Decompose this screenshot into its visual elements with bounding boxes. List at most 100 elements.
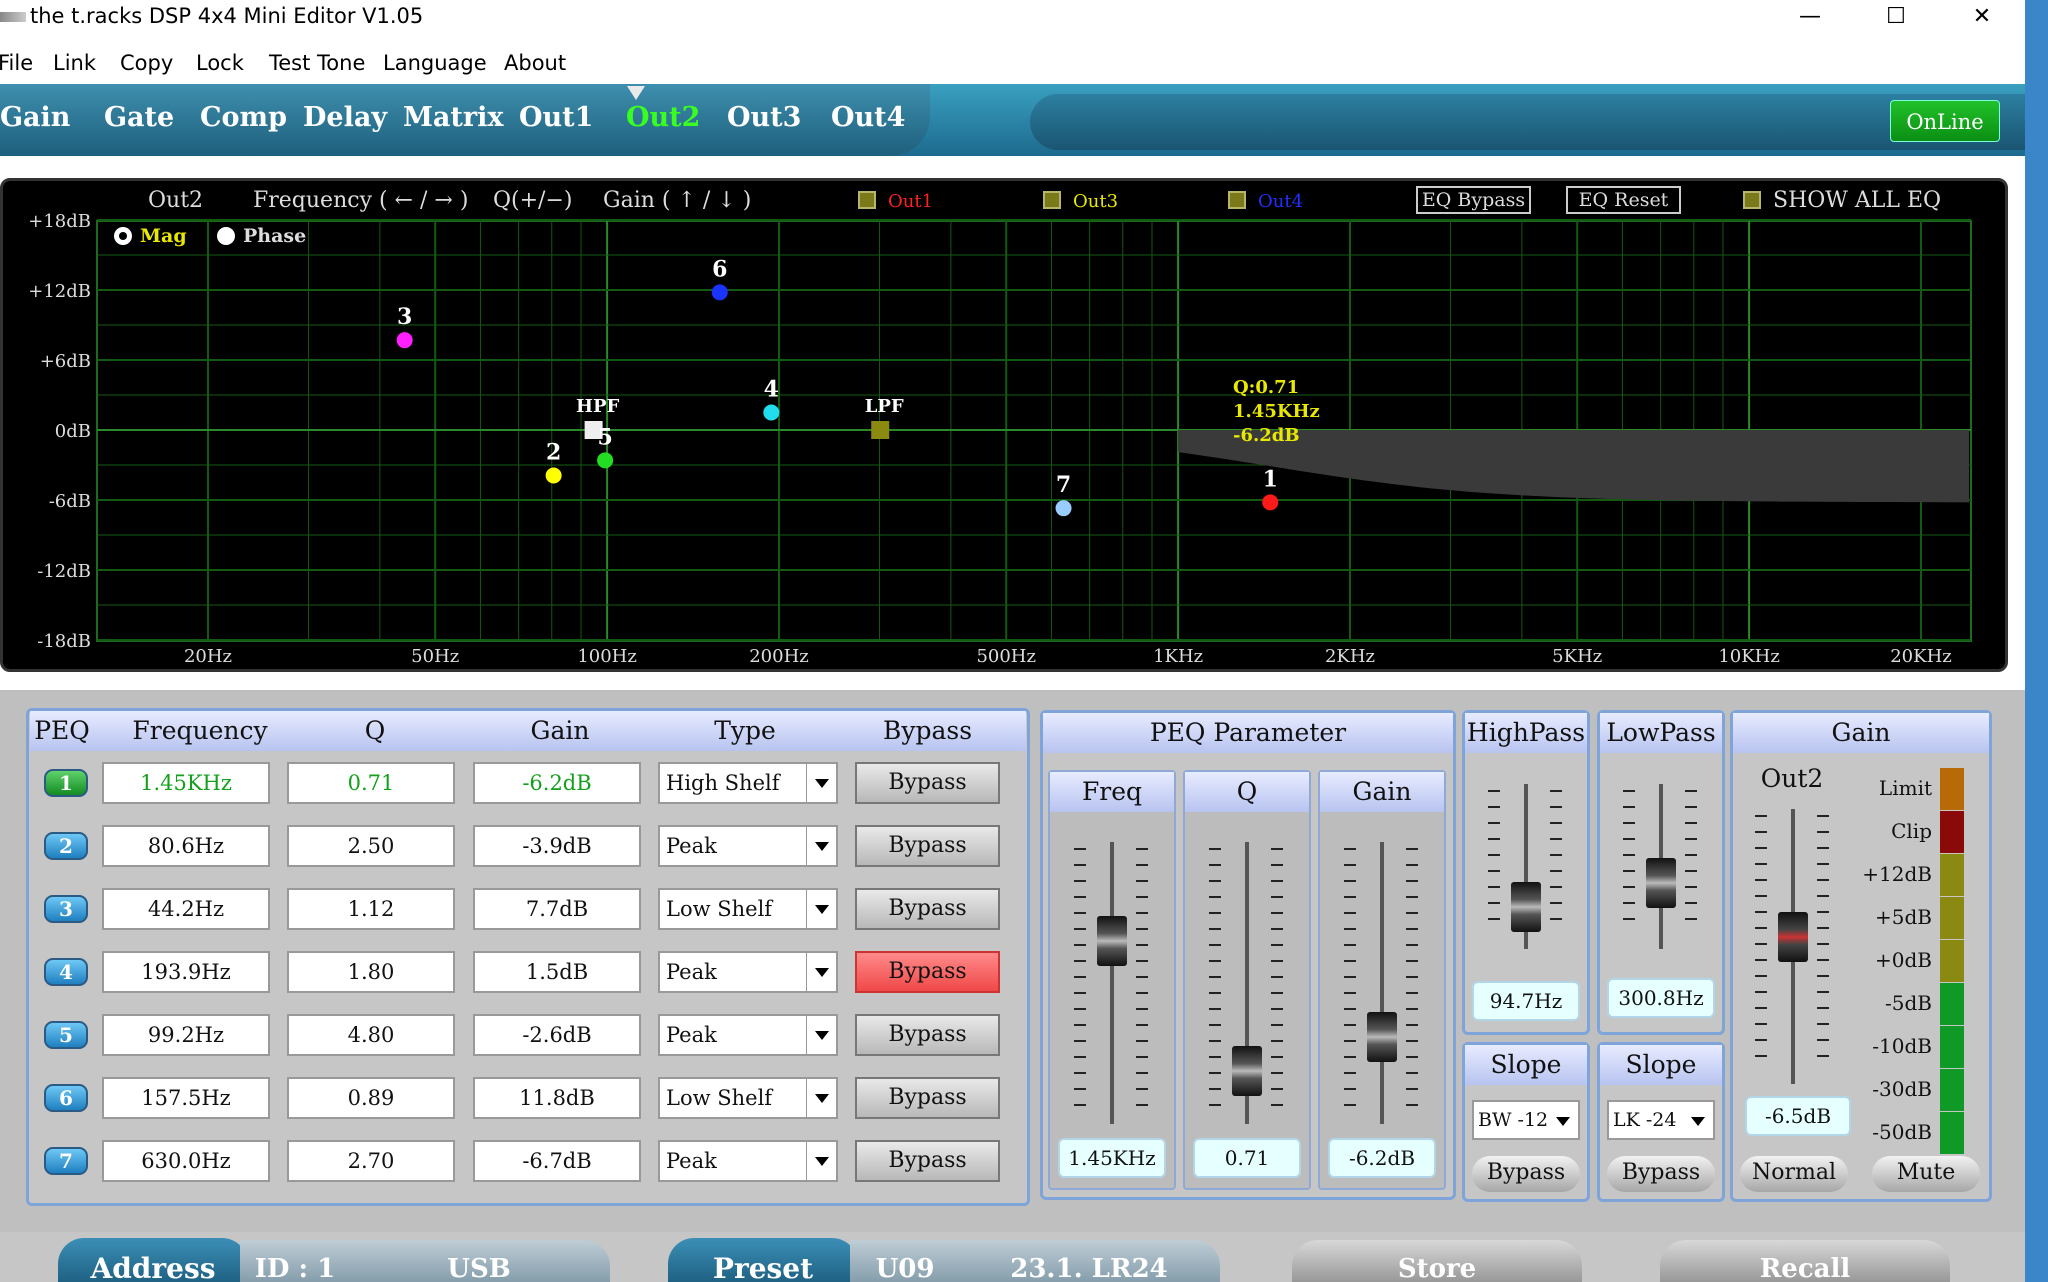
gain-fader-knob[interactable] (1367, 1012, 1397, 1062)
peq-band-1-gain-field[interactable]: -6.2dB (473, 762, 641, 804)
output-gain-readout[interactable]: -6.5dB (1745, 1096, 1851, 1136)
peq-band-2-gain-field[interactable]: -3.9dB (473, 825, 641, 867)
peq-band-4-button[interactable]: 4 (44, 958, 88, 986)
connection-usb[interactable]: USB (348, 1240, 610, 1282)
peq-point-1[interactable] (1262, 494, 1279, 511)
show-out3-checkbox[interactable] (1043, 191, 1061, 209)
eq-graph[interactable]: +18dB +12dB +6dB 0dB -6dB -12dB -18dB 20Hz 50Hz 1… (3, 181, 2005, 669)
peq-band-5-bypass-button[interactable]: Bypass (855, 1014, 1000, 1056)
normal-button[interactable]: Normal (1740, 1156, 1848, 1192)
peq-band-5-gain-field[interactable]: -2.6dB (473, 1014, 641, 1056)
eq-reset-button[interactable]: EQ Reset (1566, 186, 1681, 214)
peq-band-2-button[interactable]: 2 (44, 832, 88, 860)
peq-band-6-bypass-button[interactable]: Bypass (855, 1077, 1000, 1119)
peq-band-6-button[interactable]: 6 (44, 1084, 88, 1112)
recall-button[interactable]: Recall (1660, 1240, 1950, 1282)
peq-band-7-button[interactable]: 7 (44, 1147, 88, 1175)
tab-out1[interactable]: Out1 (519, 102, 593, 133)
peq-point-4[interactable] (763, 404, 780, 421)
peq-band-5-q-field[interactable]: 4.80 (287, 1014, 455, 1056)
active-tab-indicator-icon (627, 86, 645, 100)
peq-band-3-q-field[interactable]: 1.12 (287, 888, 455, 930)
peq-band-5-frequency-field[interactable]: 99.2Hz (102, 1014, 270, 1056)
meter-label: -30dB (1872, 1077, 1932, 1101)
gain-readout[interactable]: -6.2dB (1328, 1138, 1436, 1178)
peq-band-3-frequency-field[interactable]: 44.2Hz (102, 888, 270, 930)
peq-band-2-q-field[interactable]: 2.50 (287, 825, 455, 867)
menu-copy[interactable]: Copy (120, 51, 173, 75)
peq-band-1-type-select[interactable]: High Shelf (658, 762, 838, 804)
peq-band-3-bypass-button[interactable]: Bypass (855, 888, 1000, 930)
menu-file[interactable]: File (0, 51, 33, 75)
peq-band-4-gain-field[interactable]: 1.5dB (473, 951, 641, 993)
peq-band-7-bypass-button[interactable]: Bypass (855, 1140, 1000, 1182)
peq-band-5-type-select[interactable]: Peak (658, 1014, 838, 1056)
close-button[interactable]: ✕ (1952, 0, 2012, 36)
highpass-readout[interactable]: 94.7Hz (1472, 981, 1580, 1021)
freq-fader-knob[interactable] (1097, 916, 1127, 966)
online-button[interactable]: OnLine (1890, 100, 2000, 142)
peq-band-3-button[interactable]: 3 (44, 895, 88, 923)
lowpass-slope-select[interactable]: LK -24 (1607, 1100, 1715, 1140)
tab-comp[interactable]: Comp (200, 102, 287, 133)
output-gain-fader-knob[interactable] (1778, 912, 1808, 962)
peq-band-4-frequency-field[interactable]: 193.9Hz (102, 951, 270, 993)
peq-band-2-bypass-button[interactable]: Bypass (855, 825, 1000, 867)
freq-readout[interactable]: 1.45KHz (1058, 1138, 1166, 1178)
peq-band-4-q-field[interactable]: 1.80 (287, 951, 455, 993)
eq-bypass-button[interactable]: EQ Bypass (1416, 186, 1531, 214)
peq-band-7-q-field[interactable]: 2.70 (287, 1140, 455, 1182)
menu-lock[interactable]: Lock (196, 51, 244, 75)
peq-band-1-frequency-field[interactable]: 1.45KHz (102, 762, 270, 804)
peq-point-6[interactable] (711, 284, 728, 301)
peq-band-5-button[interactable]: 5 (44, 1021, 88, 1049)
tab-gate[interactable]: Gate (104, 102, 174, 133)
show-out4-checkbox[interactable] (1228, 191, 1246, 209)
lp-slope-title: Slope (1600, 1045, 1722, 1085)
tab-out3[interactable]: Out3 (727, 102, 801, 133)
highpass-slope-select[interactable]: BW -12 (1472, 1100, 1580, 1140)
maximize-button[interactable]: ☐ (1866, 0, 1926, 36)
peq-band-1-q-field[interactable]: 0.71 (287, 762, 455, 804)
peq-band-4-type-select[interactable]: Peak (658, 951, 838, 993)
menu-about[interactable]: About (504, 51, 566, 75)
highpass-fader-knob[interactable] (1511, 882, 1541, 932)
peq-band-2-type-select[interactable]: Peak (658, 825, 838, 867)
peq-band-6-type-select[interactable]: Low Shelf (658, 1077, 838, 1119)
tab-out2[interactable]: Out2 (626, 102, 700, 133)
peq-band-7-frequency-field[interactable]: 630.0Hz (102, 1140, 270, 1182)
highpass-bypass-button[interactable]: Bypass (1472, 1156, 1580, 1192)
menu-test-tone[interactable]: Test Tone (269, 51, 365, 75)
tab-out4[interactable]: Out4 (831, 102, 905, 133)
show-all-eq-checkbox[interactable] (1743, 191, 1761, 209)
peq-band-2-frequency-field[interactable]: 80.6Hz (102, 825, 270, 867)
peq-band-4-bypass-button[interactable]: Bypass (855, 951, 1000, 993)
q-readout[interactable]: 0.71 (1193, 1138, 1301, 1178)
tab-gain[interactable]: Gain (0, 102, 70, 133)
peq-point-7[interactable] (1055, 500, 1072, 517)
peq-band-1-button[interactable]: 1 (44, 769, 88, 797)
show-out1-checkbox[interactable] (858, 191, 876, 209)
lowpass-readout[interactable]: 300.8Hz (1607, 978, 1715, 1018)
peq-point-3[interactable] (396, 332, 413, 349)
peq-band-3-type-select[interactable]: Low Shelf (658, 888, 838, 930)
peq-band-3-gain-field[interactable]: 7.7dB (473, 888, 641, 930)
tab-matrix[interactable]: Matrix (403, 102, 503, 133)
lowpass-bypass-button[interactable]: Bypass (1607, 1156, 1715, 1192)
store-button[interactable]: Store (1292, 1240, 1582, 1282)
menu-language[interactable]: Language (383, 51, 487, 75)
peq-band-6-q-field[interactable]: 0.89 (287, 1077, 455, 1119)
minimize-button[interactable]: — (1780, 0, 1840, 36)
q-fader-knob[interactable] (1232, 1046, 1262, 1096)
tab-delay[interactable]: Delay (303, 102, 387, 133)
mute-button[interactable]: Mute (1872, 1156, 1980, 1192)
lowpass-fader-knob[interactable] (1646, 858, 1676, 908)
peq-band-6-gain-field[interactable]: 11.8dB (473, 1077, 641, 1119)
peq-band-7-gain-field[interactable]: -6.7dB (473, 1140, 641, 1182)
peq-point-2[interactable] (545, 467, 562, 484)
peq-band-7-type-select[interactable]: Peak (658, 1140, 838, 1182)
peq-band-6-frequency-field[interactable]: 157.5Hz (102, 1077, 270, 1119)
menu-link[interactable]: Link (53, 51, 96, 75)
peq-point-5[interactable] (597, 452, 614, 469)
peq-band-1-bypass-button[interactable]: Bypass (855, 762, 1000, 804)
